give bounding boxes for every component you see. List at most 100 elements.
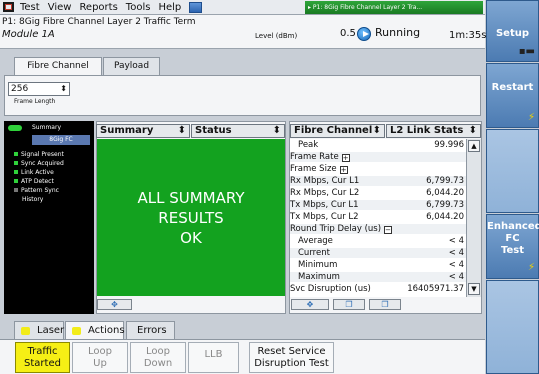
expand-icon[interactable]: + xyxy=(341,154,350,162)
test-tab[interactable]: ▸ P1: 8Gig Fibre Channel Layer 2 Tra... xyxy=(305,1,483,14)
traffic-label-2: Started xyxy=(24,358,61,369)
frame-length-value: 256 xyxy=(11,84,29,94)
stats-view-select[interactable]: L2 Link Stats ⬍ xyxy=(386,124,481,138)
stat-label: Minimum xyxy=(298,260,338,270)
stats-copy-button[interactable]: ❐ xyxy=(333,299,365,310)
stats-scrollbar[interactable]: ▲ ▼ xyxy=(466,139,481,297)
signal-label: ATP Detect xyxy=(21,178,54,185)
stat-value: < 4 xyxy=(448,260,464,270)
tab-payload[interactable]: Payload xyxy=(103,57,160,75)
updown-icon: ⬍ xyxy=(177,125,186,136)
actions-indicator-icon xyxy=(72,327,81,335)
move-icon: ✥ xyxy=(111,300,118,309)
stats-move-button[interactable]: ✥ xyxy=(291,299,329,310)
summary-line-1: ALL SUMMARY xyxy=(137,189,245,207)
menu-view[interactable]: View xyxy=(44,0,76,15)
updown-icon: ⬍ xyxy=(272,125,281,136)
test-title: P1: 8Gig Fibre Channel Layer 2 Traffic T… xyxy=(2,17,196,27)
restart-button[interactable]: Restart ⚡ xyxy=(486,63,539,128)
stat-value: 6,799.73 xyxy=(426,176,464,186)
stat-label: Frame Rate xyxy=(290,152,339,162)
stat-label: Current xyxy=(298,248,330,258)
stats-row[interactable]: Frame Size + xyxy=(290,164,466,174)
level-value: 0.5 xyxy=(340,28,356,39)
play-icon xyxy=(357,27,371,41)
stat-value: 6,799.73 xyxy=(426,200,464,210)
summary-category-label: Summary xyxy=(100,125,154,136)
stats-paste-button[interactable]: ❐ xyxy=(369,299,401,310)
status-panel: Summary 8Gig FC Signal Present Sync Acqu… xyxy=(4,121,94,314)
summary-line-2: RESULTS xyxy=(158,209,224,227)
summary-category-select[interactable]: Summary ⬍ xyxy=(96,124,190,138)
stat-label: Tx Mbps, Cur L1 xyxy=(290,200,359,210)
led-icon xyxy=(14,188,18,192)
stat-value: < 4 xyxy=(448,272,464,282)
stat-label: Round Trip Delay (us) xyxy=(290,224,382,234)
menu-test[interactable]: Test xyxy=(16,0,44,15)
signal-label: Link Active xyxy=(21,169,54,176)
llb-button[interactable]: LLB xyxy=(188,342,239,373)
scroll-down-icon[interactable]: ▼ xyxy=(468,283,480,295)
stat-value: < 4 xyxy=(448,236,464,246)
stats-row: Svc Disruption (us) 16405971.37 xyxy=(290,284,466,294)
stat-value: 16405971.37 xyxy=(407,284,464,294)
history-label: History xyxy=(22,196,44,203)
fc-rate-label: 8Gig FC xyxy=(32,135,90,145)
stat-label: Average xyxy=(298,236,333,246)
tab-errors[interactable]: Errors xyxy=(126,321,175,339)
loop-up-label-2: Up xyxy=(93,358,107,369)
tab-actions-label: Actions xyxy=(88,325,125,336)
reset-disruption-button[interactable]: Reset Service Disruption Test xyxy=(249,342,334,373)
tab-laser[interactable]: Laser xyxy=(14,321,64,339)
loop-up-button[interactable]: Loop Up xyxy=(72,342,128,373)
enhanced-fc-test-button[interactable]: Enhanced FC Test ⚡ xyxy=(486,214,539,279)
stats-row[interactable]: Frame Rate + xyxy=(290,152,466,162)
tab-fibre-channel[interactable]: Fibre Channel xyxy=(14,57,102,76)
stats-row: Minimum < 4 xyxy=(290,260,466,270)
signal-label: Sync Acquired xyxy=(21,160,64,167)
summary-led[interactable]: Summary xyxy=(6,123,90,132)
loop-down-button[interactable]: Loop Down xyxy=(130,342,186,373)
tab-laser-label: Laser xyxy=(37,325,65,336)
stats-row: Tx Mbps, Cur L1 6,799.73 xyxy=(290,200,466,210)
menu-tools[interactable]: Tools xyxy=(122,0,155,15)
stat-label: Maximum xyxy=(298,272,340,282)
stat-label: Tx Mbps, Cur L2 xyxy=(290,212,359,222)
led-icon xyxy=(14,161,18,165)
stats-table: Peak 99.996 Frame Rate + Frame Size + Rx Mb… xyxy=(290,139,466,297)
loop-up-label-1: Loop xyxy=(88,346,112,357)
collapse-icon[interactable]: − xyxy=(384,226,393,234)
copy-icon: ❐ xyxy=(345,300,353,309)
tab-actions[interactable]: Actions xyxy=(65,321,125,340)
stats-row[interactable]: Round Trip Delay (us) − xyxy=(290,224,466,234)
reset-label-2: Disruption Test xyxy=(254,358,329,369)
setup-button[interactable]: Setup ▪▬ xyxy=(486,0,539,62)
enhanced-label-2: FC xyxy=(505,233,520,244)
signal-label: Signal Present xyxy=(21,151,64,158)
reset-label-1: Reset Service xyxy=(257,346,326,357)
module-label: Module 1A xyxy=(2,29,55,40)
stats-row: Tx Mbps, Cur L2 6,044.20 xyxy=(290,212,466,222)
stats-category-select[interactable]: Fibre Channel ⬍ xyxy=(290,124,385,138)
side-empty-1 xyxy=(486,129,539,213)
test-header: P1: 8Gig Fibre Channel Layer 2 Traffic T… xyxy=(0,15,486,49)
help-book-icon[interactable] xyxy=(189,1,203,13)
stat-value: 6,044.20 xyxy=(426,188,464,198)
loop-down-label-1: Loop xyxy=(146,346,170,357)
stat-label: Frame Size xyxy=(290,164,337,174)
expand-icon[interactable]: + xyxy=(339,166,348,174)
frame-length-select[interactable]: 256 ⬍ xyxy=(8,82,70,96)
fibre-channel-panel xyxy=(4,75,481,116)
scroll-up-icon[interactable]: ▲ xyxy=(468,140,480,152)
enhanced-label-3: Test xyxy=(500,245,524,256)
menu-reports[interactable]: Reports xyxy=(75,0,121,15)
stat-label: Peak xyxy=(298,140,319,150)
menu-help[interactable]: Help xyxy=(154,0,185,15)
traffic-started-button[interactable]: Traffic Started xyxy=(15,342,70,373)
stats-category-label: Fibre Channel xyxy=(294,125,373,136)
stats-row: Maximum < 4 xyxy=(290,272,466,282)
paste-icon: ❐ xyxy=(381,300,389,309)
summary-view-select[interactable]: Status ⬍ xyxy=(191,124,285,138)
summary-move-button[interactable]: ✥ xyxy=(97,299,132,310)
stat-value: 6,044.20 xyxy=(426,212,464,222)
